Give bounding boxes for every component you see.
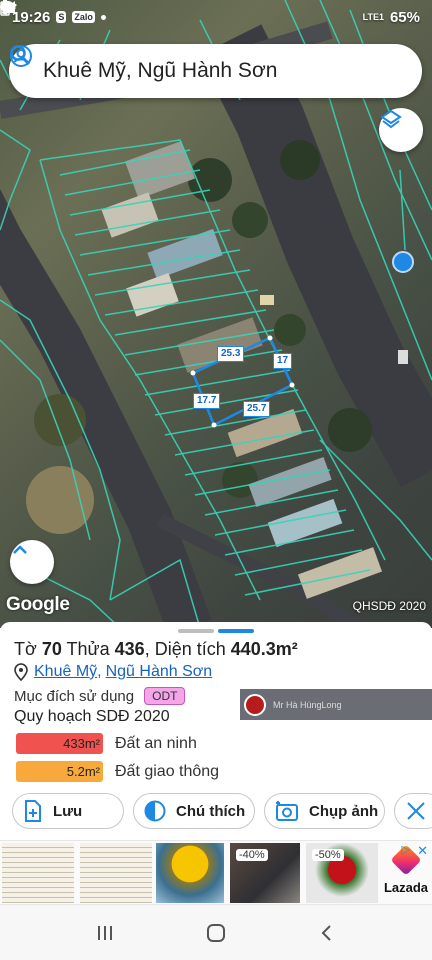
location-pin-icon <box>14 663 28 681</box>
avatar <box>244 693 266 716</box>
current-location-dot <box>392 251 414 273</box>
zalo-icon: Zalo <box>72 11 95 23</box>
land-use-row: 433m² Đất an ninh <box>16 733 197 754</box>
ad-thumb-product[interactable]: -40% <box>230 843 300 903</box>
usage-label: Mục đích sử dụng <box>14 687 135 705</box>
area-label: , Diện tích <box>144 639 226 659</box>
dot-icon <box>100 14 106 20</box>
ruler-icon <box>405 800 427 822</box>
add-file-icon <box>23 800 43 822</box>
expand-up-button[interactable] <box>10 540 54 584</box>
recents-button[interactable] <box>85 913 125 953</box>
more-tools-button[interactable] <box>394 793 432 829</box>
ad-thumb-document[interactable] <box>80 843 152 903</box>
address-separator: , <box>97 663 102 680</box>
satellite-map[interactable]: 25.3 17 17.7 25.7 19:26 S Zalo LTE1 65% <box>0 0 432 628</box>
land-use-label: Đất giao thông <box>115 762 220 780</box>
sheet-number: 70 <box>41 639 62 659</box>
land-area-badge: 5.2m² <box>16 761 103 782</box>
battery-icon <box>0 0 10 16</box>
dimension-label-top: 25.3 <box>217 346 245 362</box>
sheet-prefix: Tờ <box>14 639 37 659</box>
handle-page-2 <box>218 629 254 633</box>
action-row: Lưu Chú thích Chụp ảnh <box>12 793 432 831</box>
status-bar: 19:26 S Zalo LTE1 65% <box>0 0 432 34</box>
back-button[interactable] <box>307 913 347 953</box>
search-bar[interactable]: Khuê Mỹ, Ngũ Hành Sơn <box>9 44 422 98</box>
land-use-row: 5.2m² Đất giao thông <box>16 761 219 782</box>
ad-banner[interactable]: -40% -50% Lazada ▷ ✕ <box>0 840 432 905</box>
floating-notification[interactable]: Mr Hà HùngLong <box>240 689 432 720</box>
home-icon <box>206 923 225 942</box>
parcel-title: Tờ 70 Thửa 436, Diện tích 440.3m² <box>14 639 298 660</box>
sheet-handle[interactable] <box>178 629 254 633</box>
land-area-badge: 433m² <box>16 733 103 754</box>
photo-label: Chụp ảnh <box>309 802 379 820</box>
dimension-label-bottom: 25.7 <box>243 401 271 417</box>
usage-row: Mục đích sử dụng ODT <box>14 687 186 705</box>
back-icon <box>321 924 331 941</box>
ward-link[interactable]: Khuê Mỹ <box>34 663 97 681</box>
layers-button[interactable] <box>379 108 423 152</box>
save-label: Lưu <box>53 802 83 820</box>
discount-badge: -40% <box>236 849 268 861</box>
legend-button[interactable]: Chú thích <box>133 793 255 829</box>
parcel-info-sheet: Tờ 70 Thửa 436, Diện tích 440.3m² Khuê M… <box>0 622 432 840</box>
address-row: Khuê Mỹ , Ngũ Hành Sơn <box>14 663 212 681</box>
search-icon[interactable] <box>9 44 31 66</box>
lazada-word: Lazada <box>383 880 429 895</box>
dimension-label-right: 17 <box>273 353 293 369</box>
chevron-up-icon <box>13 545 27 554</box>
battery-percent: 65% <box>389 8 420 26</box>
network-label: LTE1 <box>362 11 384 22</box>
ad-thumb-document[interactable] <box>2 843 74 903</box>
ad-thumb-rose[interactable]: -50% <box>306 843 378 903</box>
system-nav-bar <box>0 905 432 960</box>
notification-text: Mr Hà HùngLong <box>273 699 342 710</box>
s-icon: S <box>56 11 67 23</box>
screen: 25.3 17 17.7 25.7 19:26 S Zalo LTE1 65% <box>0 0 432 960</box>
ad-info-icon[interactable]: ▷ <box>402 843 410 856</box>
map-layer-caption: QHSDĐ 2020 <box>352 599 426 613</box>
plan-label: Quy hoạch SDĐ 2020 <box>14 708 170 725</box>
ad-close-icon[interactable]: ✕ <box>417 843 428 859</box>
layers-icon <box>380 109 402 129</box>
land-use-label: Đất an ninh <box>115 734 197 752</box>
photo-button[interactable]: Chụp ảnh <box>264 793 385 829</box>
dimension-label-left: 17.7 <box>193 393 221 409</box>
discount-badge: -50% <box>312 849 344 861</box>
ad-thumb-tree[interactable] <box>156 843 224 903</box>
save-button[interactable]: Lưu <box>12 793 124 829</box>
plot-label: Thửa <box>66 639 110 659</box>
add-camera-icon <box>275 800 299 822</box>
handle-page-1 <box>178 629 214 633</box>
usage-code-badge: ODT <box>144 687 186 705</box>
google-logo: Google <box>6 594 70 615</box>
area-value: 440.3m² <box>230 639 298 659</box>
legend-icon <box>144 800 166 822</box>
plot-number: 436 <box>114 639 145 659</box>
legend-label: Chú thích <box>176 802 246 820</box>
recents-icon <box>98 925 113 940</box>
search-title[interactable]: Khuê Mỹ, Ngũ Hành Sơn <box>43 59 406 83</box>
district-link[interactable]: Ngũ Hành Sơn <box>106 663 213 681</box>
home-button[interactable] <box>196 913 236 953</box>
